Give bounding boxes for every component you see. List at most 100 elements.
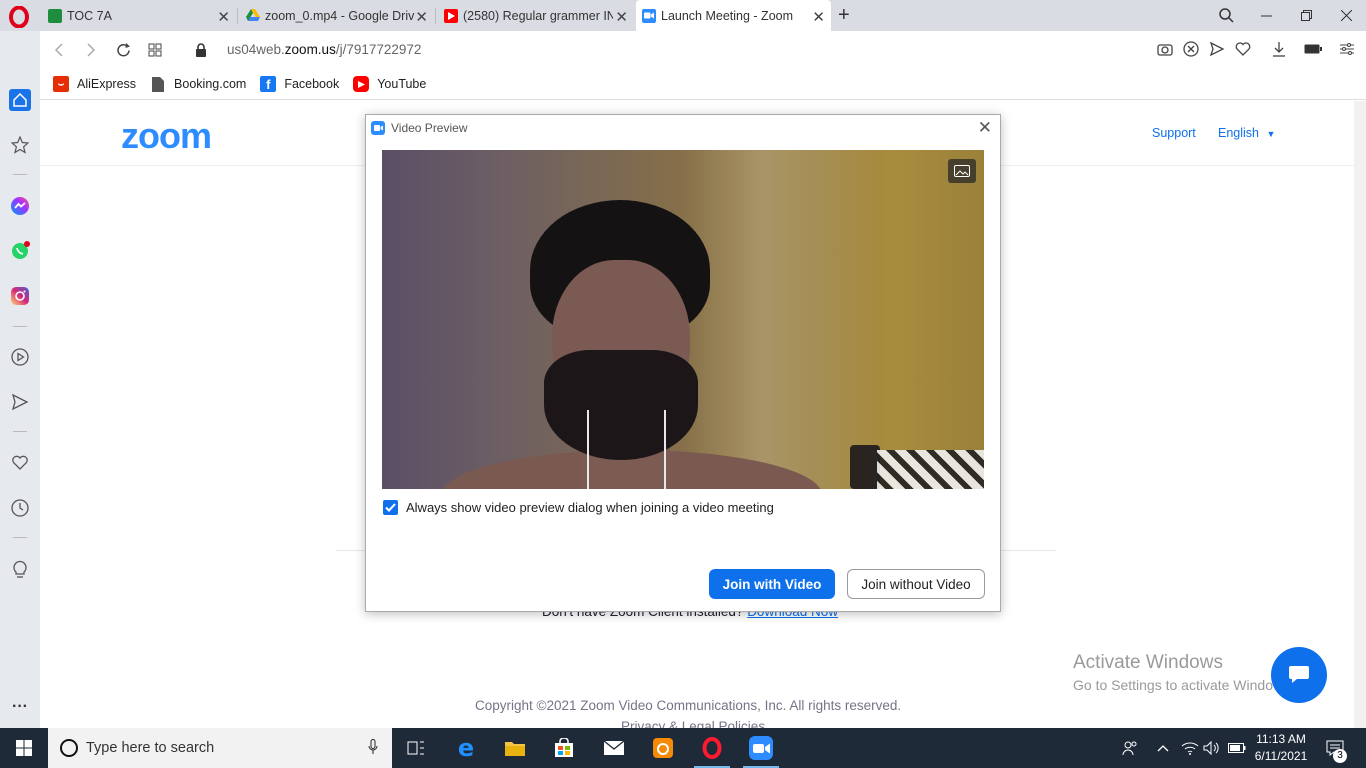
edge-icon[interactable]: e xyxy=(442,728,490,768)
sidebar-separator xyxy=(13,174,27,175)
close-tab-icon[interactable]: ✕ xyxy=(415,8,428,26)
bookmark-facebook[interactable]: f Facebook xyxy=(260,76,339,92)
battery-icon[interactable] xyxy=(1226,728,1248,768)
mail-icon[interactable] xyxy=(590,728,638,768)
copyright-text: Copyright ©2021 Zoom Video Communication… xyxy=(475,698,902,713)
adblock-icon[interactable] xyxy=(1182,40,1200,58)
support-link[interactable]: Support xyxy=(1152,126,1196,140)
language-dropdown[interactable]: English ▼ xyxy=(1218,126,1275,140)
chat-bubble-icon xyxy=(1289,666,1309,683)
send-icon[interactable] xyxy=(1208,40,1226,58)
chat-button[interactable] xyxy=(1271,647,1327,703)
snapshot-camera-icon[interactable] xyxy=(1156,40,1174,58)
reload-icon[interactable] xyxy=(114,41,132,59)
send-flow-icon[interactable] xyxy=(9,391,31,413)
facebook-icon: f xyxy=(260,76,277,92)
bookmark-aliexpress[interactable]: ⌣ AliExpress xyxy=(53,76,136,92)
zoom-taskbar-icon[interactable] xyxy=(737,728,785,768)
taskbar-search-box[interactable]: Type here to search xyxy=(48,728,392,768)
tab-youtube[interactable]: (2580) Regular grammer IN ✕ xyxy=(438,0,634,31)
virtual-background-button[interactable] xyxy=(948,159,976,183)
tab-toc-7a[interactable]: TOC 7A ✕ xyxy=(42,0,236,31)
tab-label: Launch Meeting - Zoom xyxy=(661,8,794,23)
bookmark-label: YouTube xyxy=(377,77,427,91)
lock-icon[interactable] xyxy=(192,41,210,59)
bookmark-booking[interactable]: Booking.com xyxy=(150,76,246,92)
page-scrollbar[interactable] xyxy=(1354,101,1366,728)
bookmark-heart-icon[interactable] xyxy=(1234,40,1252,58)
background-object xyxy=(850,445,880,489)
speed-dial-star-icon[interactable] xyxy=(9,134,31,156)
checkbox-label: Always show video preview dialog when jo… xyxy=(406,500,774,515)
instagram-icon[interactable] xyxy=(9,285,31,307)
activate-windows-watermark: Activate Windows Go to Settings to activ… xyxy=(1073,652,1294,693)
join-without-video-button[interactable]: Join without Video xyxy=(847,569,985,599)
opera-taskbar-icon[interactable] xyxy=(688,728,736,768)
always-show-preview-option[interactable]: Always show video preview dialog when jo… xyxy=(383,500,774,515)
tab-google-drive[interactable]: zoom_0.mp4 - Google Drive ✕ xyxy=(240,0,434,31)
watermark-title: Activate Windows xyxy=(1073,652,1223,673)
bookmarks-bar: ⌣ AliExpress Booking.com f Facebook YouT… xyxy=(40,69,1366,100)
google-sheets-icon xyxy=(48,8,62,23)
download-icon[interactable] xyxy=(1270,40,1288,58)
zoom-app-icon xyxy=(371,121,385,135)
microsoft-store-icon[interactable] xyxy=(540,728,588,768)
opera-sidebar: ··· xyxy=(0,31,40,728)
zoom-logo[interactable]: zoom xyxy=(121,115,212,157)
opera-logo-icon[interactable] xyxy=(8,6,30,28)
close-dialog-icon[interactable]: ✕ xyxy=(978,118,992,138)
notification-count-badge: 3 xyxy=(1333,749,1347,763)
start-button[interactable] xyxy=(0,728,48,768)
battery-saver-icon[interactable] xyxy=(1304,40,1322,58)
bookmark-youtube[interactable]: YouTube xyxy=(353,76,426,92)
close-window-icon[interactable] xyxy=(1326,0,1366,31)
url-domain: zoom.us xyxy=(284,42,336,57)
sidebar-separator xyxy=(13,326,27,327)
tab-launch-meeting-zoom[interactable]: Launch Meeting - Zoom ✕ xyxy=(636,0,831,31)
show-hidden-icons-chevron-icon[interactable] xyxy=(1152,728,1174,768)
microphone-icon[interactable] xyxy=(368,739,378,755)
tab-label: TOC 7A xyxy=(67,8,112,23)
wifi-icon[interactable] xyxy=(1178,728,1202,768)
close-tab-icon[interactable]: ✕ xyxy=(812,8,825,26)
taskbar-clock[interactable]: 11:13 AM 6/11/2021 xyxy=(1248,731,1314,765)
task-view-icon[interactable] xyxy=(392,728,440,768)
history-clock-icon[interactable] xyxy=(9,497,31,519)
always-show-preview-checkbox[interactable] xyxy=(383,500,398,515)
people-icon[interactable] xyxy=(1116,728,1144,768)
join-with-video-button[interactable]: Join with Video xyxy=(709,569,835,599)
messenger-icon[interactable] xyxy=(9,195,31,217)
search-icon xyxy=(60,739,78,757)
whatsapp-icon[interactable] xyxy=(9,240,31,262)
file-explorer-icon[interactable] xyxy=(491,728,539,768)
action-center-icon[interactable] xyxy=(1320,728,1350,768)
volume-icon[interactable] xyxy=(1202,728,1222,768)
tabs-grid-icon[interactable] xyxy=(146,41,164,59)
forward-icon[interactable] xyxy=(82,41,100,59)
window-controls xyxy=(1206,0,1366,31)
privacy-link[interactable]: Privacy & Legal Policies xyxy=(621,719,765,728)
aliexpress-icon: ⌣ xyxy=(53,76,69,92)
player-icon[interactable] xyxy=(9,346,31,368)
url-path: /j/7917722972 xyxy=(335,42,422,57)
close-tab-icon[interactable]: ✕ xyxy=(217,8,230,26)
restore-icon[interactable] xyxy=(1286,0,1326,31)
person-beard xyxy=(544,350,698,460)
url-field[interactable]: us04web.zoom.us/j/7917722972 xyxy=(227,42,421,57)
uc-browser-icon[interactable] xyxy=(639,728,687,768)
search-tabs-icon[interactable] xyxy=(1206,0,1246,31)
easy-setup-menu-icon[interactable] xyxy=(1338,40,1356,58)
back-icon[interactable] xyxy=(50,41,68,59)
clock-time: 11:13 AM xyxy=(1256,732,1306,746)
bookmark-label: AliExpress xyxy=(77,77,137,91)
camera-preview-video xyxy=(382,150,984,489)
home-icon[interactable] xyxy=(9,89,31,111)
url-host: us04web. xyxy=(227,42,285,57)
close-tab-icon[interactable]: ✕ xyxy=(615,8,628,26)
tab-label: zoom_0.mp4 - Google Drive xyxy=(265,8,415,23)
more-dots-icon[interactable]: ··· xyxy=(9,696,31,718)
new-tab-plus-icon[interactable]: + xyxy=(838,4,850,27)
heart-bookmarks-icon[interactable] xyxy=(9,452,31,474)
lightbulb-icon[interactable] xyxy=(9,558,31,580)
minimize-icon[interactable] xyxy=(1246,0,1286,31)
